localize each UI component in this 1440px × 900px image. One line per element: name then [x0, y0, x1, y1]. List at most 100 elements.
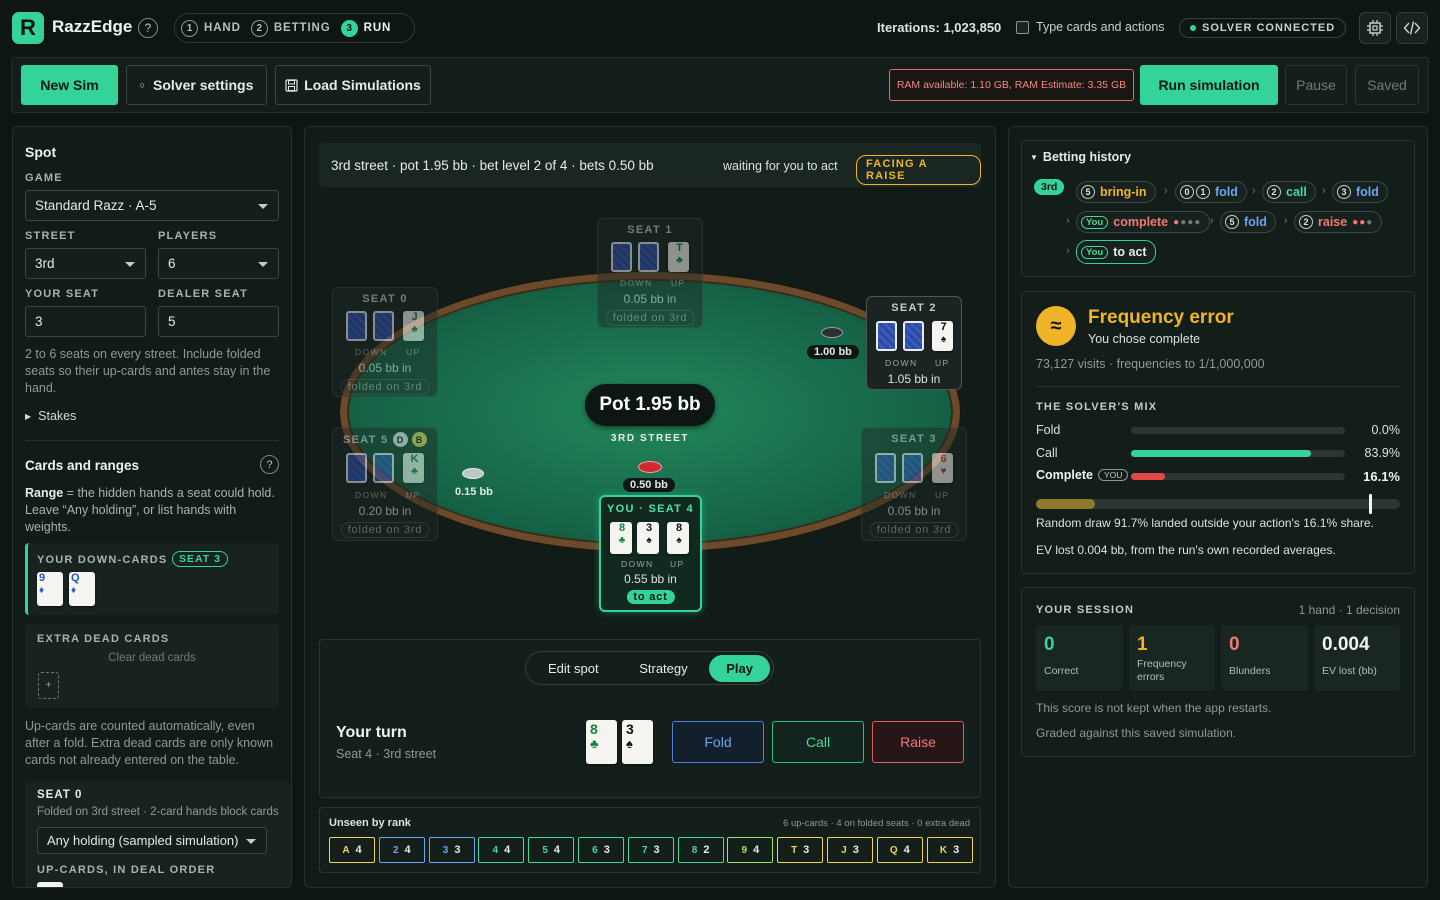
history-toggle[interactable]: ▼ Betting history [1030, 150, 1131, 164]
cards-help-button[interactable]: ? [260, 455, 279, 474]
mix-bar-fold [1131, 427, 1345, 434]
history-action-you[interactable]: You complete ●●●● [1076, 211, 1211, 233]
down-cards-box: YOUR DOWN-CARDS SEAT 3 9 ♦ Q ♦ [25, 543, 279, 615]
card-back [611, 242, 632, 272]
fold-button[interactable]: Fold [672, 721, 764, 763]
seat-name: SEAT 5 [343, 433, 389, 446]
help-button[interactable]: ? [138, 18, 158, 38]
seat-name: SEAT 3 [891, 433, 937, 445]
chevron-down-icon [258, 262, 268, 267]
to-act-badge: to act [626, 590, 675, 604]
street-select[interactable]: 3rd [25, 248, 146, 279]
stakes-toggle[interactable]: ▶ Stakes [25, 409, 76, 423]
tab-edit-spot[interactable]: Edit spot [529, 655, 618, 682]
tab-play[interactable]: Play [709, 654, 770, 682]
ram-warning: RAM available: 1.10 GB, RAM Estimate: 3.… [889, 69, 1134, 101]
rank-label: 5 [542, 844, 548, 856]
action-text: fold [1215, 185, 1238, 199]
card-rank: 8 [618, 522, 626, 534]
history-action[interactable]: 0 1 fold [1175, 181, 1247, 203]
card-rank: 3 [645, 522, 653, 534]
up-card: 6 ♥ [932, 453, 953, 483]
stat-label: Correct [1044, 665, 1079, 677]
chevron-right-icon: › [1284, 215, 1288, 227]
card-suit: ♣ [618, 535, 626, 546]
step-number: 3 [340, 19, 358, 37]
rank-label: 8 [691, 844, 698, 856]
seat-4-you[interactable]: YOU · SEAT 4 8 ♣ 3 ♠ 8 ♠ DOWN UP 0.55 bb in… [599, 495, 702, 612]
rank-count: 3 [953, 844, 960, 856]
rank-count: 4 [753, 844, 760, 856]
pause-button[interactable]: Pause [1285, 65, 1347, 105]
rank-label: A [342, 844, 350, 856]
upcard-slot[interactable] [37, 882, 63, 887]
save-icon [285, 78, 298, 92]
raise-button[interactable]: Raise [872, 721, 964, 763]
game-select[interactable]: Standard Razz · A-5 [25, 190, 279, 221]
rank-label: 4 [492, 844, 499, 856]
code-view-button[interactable] [1396, 12, 1428, 44]
rank-count: 3 [454, 844, 461, 856]
run-simulation-button[interactable]: Run simulation [1140, 65, 1278, 105]
dealer-seat-input[interactable]: 5 [158, 306, 279, 337]
seat-3[interactable]: SEAT 3 6 ♥ DOWN UP 0.05 bb in folded on 3… [861, 427, 967, 541]
saved-button[interactable]: Saved [1355, 65, 1419, 105]
mix-pct-fold: 0.0% [1371, 423, 1401, 437]
checkbox[interactable] [1016, 20, 1029, 34]
history-action[interactable]: 3 fold [1332, 181, 1388, 203]
range-help: = the hidden hands a seat could hold. Le… [25, 486, 275, 534]
chevron-right-icon: › [1164, 185, 1168, 197]
divider [1036, 386, 1400, 387]
solver-settings-button[interactable]: ○ Solver settings [126, 65, 267, 105]
card-suit: ♥ [940, 466, 947, 477]
stat-label: Frequency errors [1137, 658, 1187, 683]
card-back [876, 321, 897, 351]
unseen-rank-7: 73 [627, 837, 674, 863]
seat0-subtitle: Folded on 3rd street · 2-card hands bloc… [37, 806, 279, 818]
rank-label: J [841, 844, 847, 856]
seat0-range-box: SEAT 0 Folded on 3rd street · 2-card han… [25, 781, 291, 887]
action-text: bring-in [1100, 185, 1147, 199]
up-card: K ♣ [403, 453, 424, 483]
seat-name: SEAT 0 [362, 293, 408, 305]
street-label: STREET [25, 230, 76, 242]
chip-settings-button[interactable] [1359, 12, 1391, 44]
step-hand[interactable]: 1 HAND [181, 19, 241, 37]
seat-5[interactable]: SEAT 5 D B K ♣ DOWN UP 0.20 bb in folded … [332, 427, 438, 541]
type-cards-toggle[interactable]: Type cards and actions [1016, 20, 1165, 34]
street-value: 3rd [35, 256, 55, 271]
your-seat-input[interactable]: 3 [25, 306, 146, 337]
iterations-counter: Iterations: 1,023,850 [877, 20, 1002, 35]
history-action[interactable]: 2 raise ●●● [1294, 211, 1383, 233]
complete-share-fill [1036, 499, 1095, 509]
chevron-right-icon: › [1066, 245, 1070, 257]
clear-dead-button[interactable]: Clear dead cards [25, 652, 279, 664]
down-card[interactable]: Q ♦ [69, 572, 95, 606]
down-card[interactable]: 9 ♦ [37, 572, 63, 606]
step-run[interactable]: 3 RUN [340, 19, 392, 37]
unseen-rank-K: K3 [926, 837, 973, 863]
card-rank: Q [71, 572, 80, 584]
seat-2[interactable]: SEAT 2 7 ♠ DOWN UP 1.05 bb in [866, 296, 962, 390]
rank-count: 3 [852, 844, 859, 856]
history-action[interactable]: 5 fold [1220, 211, 1276, 233]
unseen-rank-6: 63 [578, 837, 624, 863]
seat-bet: 0.05 bb in [358, 361, 412, 375]
seat-1[interactable]: SEAT 1 T ♣ DOWN UP 0.05 bb in folded on 3… [597, 218, 703, 328]
step-betting[interactable]: 2 BETTING [250, 19, 331, 37]
players-select[interactable]: 6 [158, 248, 279, 279]
approx-icon: ≈ [1036, 306, 1076, 346]
down-label: DOWN [884, 490, 917, 500]
seat-0[interactable]: SEAT 0 J ♣ DOWN UP 0.05 bb in folded on 3… [332, 287, 438, 397]
call-button[interactable]: Call [772, 721, 864, 763]
history-action[interactable]: 5 bring-in [1076, 181, 1156, 203]
seat0-holding-select[interactable]: Any holding (sampled simulation) [37, 827, 267, 854]
history-action[interactable]: 2 call [1262, 181, 1316, 203]
add-dead-card-button[interactable]: + [38, 672, 59, 699]
dealer-button-badge: D [392, 432, 408, 447]
history-action-current[interactable]: You to act [1076, 240, 1156, 264]
caret-down-icon: ▼ [1030, 152, 1038, 162]
tab-strategy[interactable]: Strategy [625, 655, 701, 682]
new-sim-button[interactable]: New Sim [21, 65, 118, 105]
load-simulations-button[interactable]: Load Simulations [275, 65, 431, 105]
